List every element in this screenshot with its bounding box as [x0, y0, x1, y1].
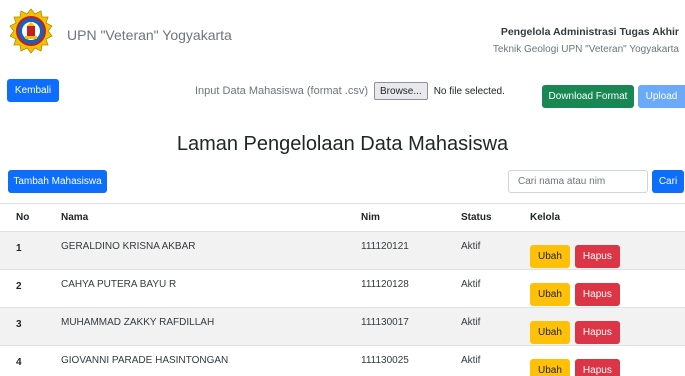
browse-button[interactable]: Browse... [374, 82, 428, 100]
search-button[interactable]: Cari [652, 170, 684, 193]
department-subtitle: Teknik Geologi UPN "Veteran" Yogyakarta [492, 44, 679, 55]
student-table: No Nama Nim Status Kelola 1 GERALDINO KR… [0, 203, 685, 376]
edit-button[interactable]: Ubah [530, 321, 570, 344]
search-input[interactable] [508, 170, 648, 193]
upload-label: Input Data Mahasiswa (format .csv) [195, 85, 369, 97]
csv-upload-row: Input Data Mahasiswa (format .csv) Brows… [195, 82, 505, 100]
table-row: 3 MUHAMMAD ZAKKY RAFDILLAH 111130017 Akt… [0, 308, 685, 346]
row-status: Aktif [461, 279, 481, 290]
download-format-button[interactable]: Download Format [542, 85, 634, 108]
row-nama: GIOVANNI PARADE HASINTONGAN [61, 355, 229, 366]
delete-button[interactable]: Hapus [574, 321, 620, 344]
row-nim: 111120128 [361, 279, 409, 290]
row-no: 4 [16, 357, 22, 368]
delete-button[interactable]: Hapus [574, 245, 620, 268]
table-header: No Nama Nim Status Kelola [0, 203, 685, 232]
app-role-title: Pengelola Administrasi Tugas Akhir [500, 26, 679, 38]
header-info: Pengelola Administrasi Tugas Akhir Tekni… [493, 26, 679, 55]
back-button[interactable]: Kembali [7, 79, 59, 102]
row-no: 1 [16, 243, 22, 254]
row-actions: Ubah Hapus [530, 283, 685, 306]
header-kelola: Kelola [530, 212, 561, 223]
header: UPN "Veteran" Yogyakarta Pengelola Admin… [0, 0, 685, 66]
upload-button[interactable]: Upload [638, 85, 685, 108]
file-status: No file selected. [433, 85, 505, 97]
page-title: Laman Pengelolaan Data Mahasiswa [176, 133, 509, 155]
header-status: Status [461, 212, 492, 223]
row-nama: CAHYA PUTERA BAYU R [61, 279, 177, 290]
row-actions: Ubah Hapus [530, 321, 685, 344]
row-actions: Ubah Hapus [530, 359, 685, 376]
row-actions: Ubah Hapus [530, 245, 685, 268]
row-nim: 111120121 [361, 241, 409, 252]
row-status: Aktif [461, 355, 481, 366]
row-nama: MUHAMMAD ZAKKY RAFDILLAH [61, 317, 215, 328]
table-row: 2 CAHYA PUTERA BAYU R 111120128 Aktif Ub… [0, 270, 685, 308]
row-status: Aktif [461, 241, 481, 252]
table-row: 1 GERALDINO KRISNA AKBAR 111120121 Aktif… [0, 232, 685, 270]
delete-button[interactable]: Hapus [574, 283, 620, 306]
row-status: Aktif [461, 317, 481, 328]
edit-button[interactable]: Ubah [530, 359, 570, 376]
row-nama: GERALDINO KRISNA AKBAR [61, 241, 196, 252]
edit-button[interactable]: Ubah [530, 245, 570, 268]
app-name: UPN "Veteran" Yogyakarta [67, 27, 232, 43]
edit-button[interactable]: Ubah [530, 283, 570, 306]
university-logo [9, 8, 53, 54]
row-nim: 111130025 [361, 355, 409, 366]
row-nim: 111130017 [361, 317, 409, 328]
row-no: 3 [16, 319, 22, 330]
header-nama: Nama [61, 212, 89, 223]
add-student-button[interactable]: Tambah Mahasiswa [8, 170, 107, 193]
header-no: No [16, 212, 30, 223]
table-row: 4 GIOVANNI PARADE HASINTONGAN 111130025 … [0, 346, 685, 376]
row-no: 2 [16, 281, 22, 292]
delete-button[interactable]: Hapus [574, 359, 620, 376]
header-nim: Nim [361, 212, 380, 223]
